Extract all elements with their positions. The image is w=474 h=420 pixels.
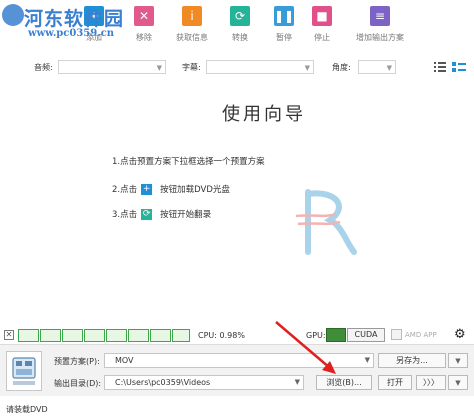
refresh-icon: ⟳ [141,209,153,220]
open-label: 打开 [387,378,403,387]
nvidia-icon [326,328,346,342]
gpu-label: GPU: [306,331,326,340]
cpu-core-graph [84,329,105,342]
chevron-down-icon: ▼ [304,64,310,72]
browse-button[interactable]: 浏览(B)... [316,375,372,390]
guide-step-1-text: 1.点击预置方案下拉框选择一个预置方案 [112,157,265,167]
chevron-down-icon: ▼ [364,356,370,364]
audio-label: 音频: [34,63,53,72]
watermark-url: www.pc0359.cn [28,28,115,39]
browse-label: 浏览(B)... [326,378,362,387]
chevron-down-icon: ▼ [294,378,300,386]
file-add-icon: ≡ [370,6,390,26]
audio-select[interactable]: ▼ [58,60,166,74]
cpu-usage-graph [4,329,190,342]
stop-button[interactable]: ■ 停止 [294,6,350,43]
status-bar: 请装载DVD [0,396,474,420]
options-row: 音频: ▼ 字幕: ▼ 角度: ▼ [0,58,474,78]
amd-app-toggle[interactable]: AMD APP [405,331,437,339]
guide-step-3-suffix: 按钮开始翻录 [160,210,212,220]
add-output-profile-button[interactable]: ≡ 增加输出方案 [352,6,408,43]
status-text: 请装载DVD [6,405,48,414]
brand-logo-icon [295,189,357,255]
add-output-profile-label: 增加输出方案 [356,33,404,42]
performance-strip: ✕ CPU: 0.98% GPU: CUDA AMD APP ⚙ [0,327,474,343]
save-as-label: 另存为... [396,356,428,365]
cpu-core-graph [172,329,190,342]
cpu-core-graph [18,329,39,342]
watermark-logo-icon [2,4,24,26]
preset-value: MOV [115,356,134,365]
open-folder-button[interactable]: 打开 [378,375,412,390]
plus-icon: + [141,184,153,195]
chevron-down-icon: ▼ [455,379,461,387]
angle-select[interactable]: ▼ [358,60,396,74]
refresh-icon: ⟳ [230,6,250,26]
chevron-down-icon: ▼ [455,357,461,365]
app-window: + 添加 ✕ 移除 i 获取信息 ⟳ 转换 ❚❚ 暂停 ■ 停止 ≡ 增加输出方… [0,0,474,420]
cpu-core-graph [150,329,171,342]
stop-label: 停止 [314,33,330,42]
guide-step-3: 3.点击 ⟳ 按钮开始翻录 [112,208,211,220]
toolbar: + 添加 ✕ 移除 i 获取信息 ⟳ 转换 ❚❚ 暂停 ■ 停止 ≡ 增加输出方… [0,0,474,54]
list-view-icon[interactable] [434,62,446,72]
save-as-button[interactable]: 另存为... [378,353,446,368]
amd-icon [391,329,402,340]
cpu-usage-text: CPU: 0.98% [198,331,245,340]
guide-step-2-prefix: 2.点击 [112,185,138,195]
output-dir-field[interactable]: C:\Users\pc0359\Videos ▼ [104,375,304,390]
preset-select[interactable]: MOV ▼ [104,353,374,368]
stop-icon: ■ [312,6,332,26]
guide-step-2: 2.点击 + 按钮加载DVD光盘 [112,183,230,195]
gear-icon[interactable]: ⚙ [454,328,468,342]
format-thumbnail[interactable] [6,351,42,391]
watermark: 河东软件园 www.pc0359.cn [2,0,152,50]
more-options-dropdown-button[interactable]: ▼ [448,375,468,390]
cpu-core-graph [40,329,61,342]
chevron-down-icon: ▼ [156,64,162,72]
save-as-dropdown-button[interactable]: ▼ [448,353,468,368]
more-label: 〉〉〉 [423,378,439,387]
guide-step-3-prefix: 3.点击 [112,210,138,220]
guide-step-1: 1.点击预置方案下拉框选择一个预置方案 [112,155,265,167]
watermark-title: 河东软件园 [24,8,125,30]
chevron-down-icon: ▼ [386,64,392,72]
info-icon: i [182,6,202,26]
output-dir-value: C:\Users\pc0359\Videos [115,378,211,387]
pause-icon: ❚❚ [274,6,294,26]
guide-step-2-suffix: 按钮加载DVD光盘 [160,185,230,195]
cpu-core-graph [128,329,149,342]
guide-title: 使用向导 [222,104,306,125]
preset-label: 预置方案(P): [54,357,100,366]
subtitle-select[interactable]: ▼ [206,60,314,74]
output-dir-label: 输出目录(D): [54,379,102,388]
more-options-button[interactable]: 〉〉〉 [416,375,446,390]
angle-label: 角度: [332,63,351,72]
output-panel: 预置方案(P): MOV ▼ 另存为... ▼ 输出目录(D): C:\User… [0,344,474,396]
subtitle-label: 字幕: [182,63,201,72]
cpu-core-graph [106,329,127,342]
detail-view-icon[interactable] [452,62,466,72]
cuda-toggle[interactable]: CUDA [347,328,385,342]
cpu-core-graph [62,329,83,342]
film-reel-icon [12,357,36,385]
